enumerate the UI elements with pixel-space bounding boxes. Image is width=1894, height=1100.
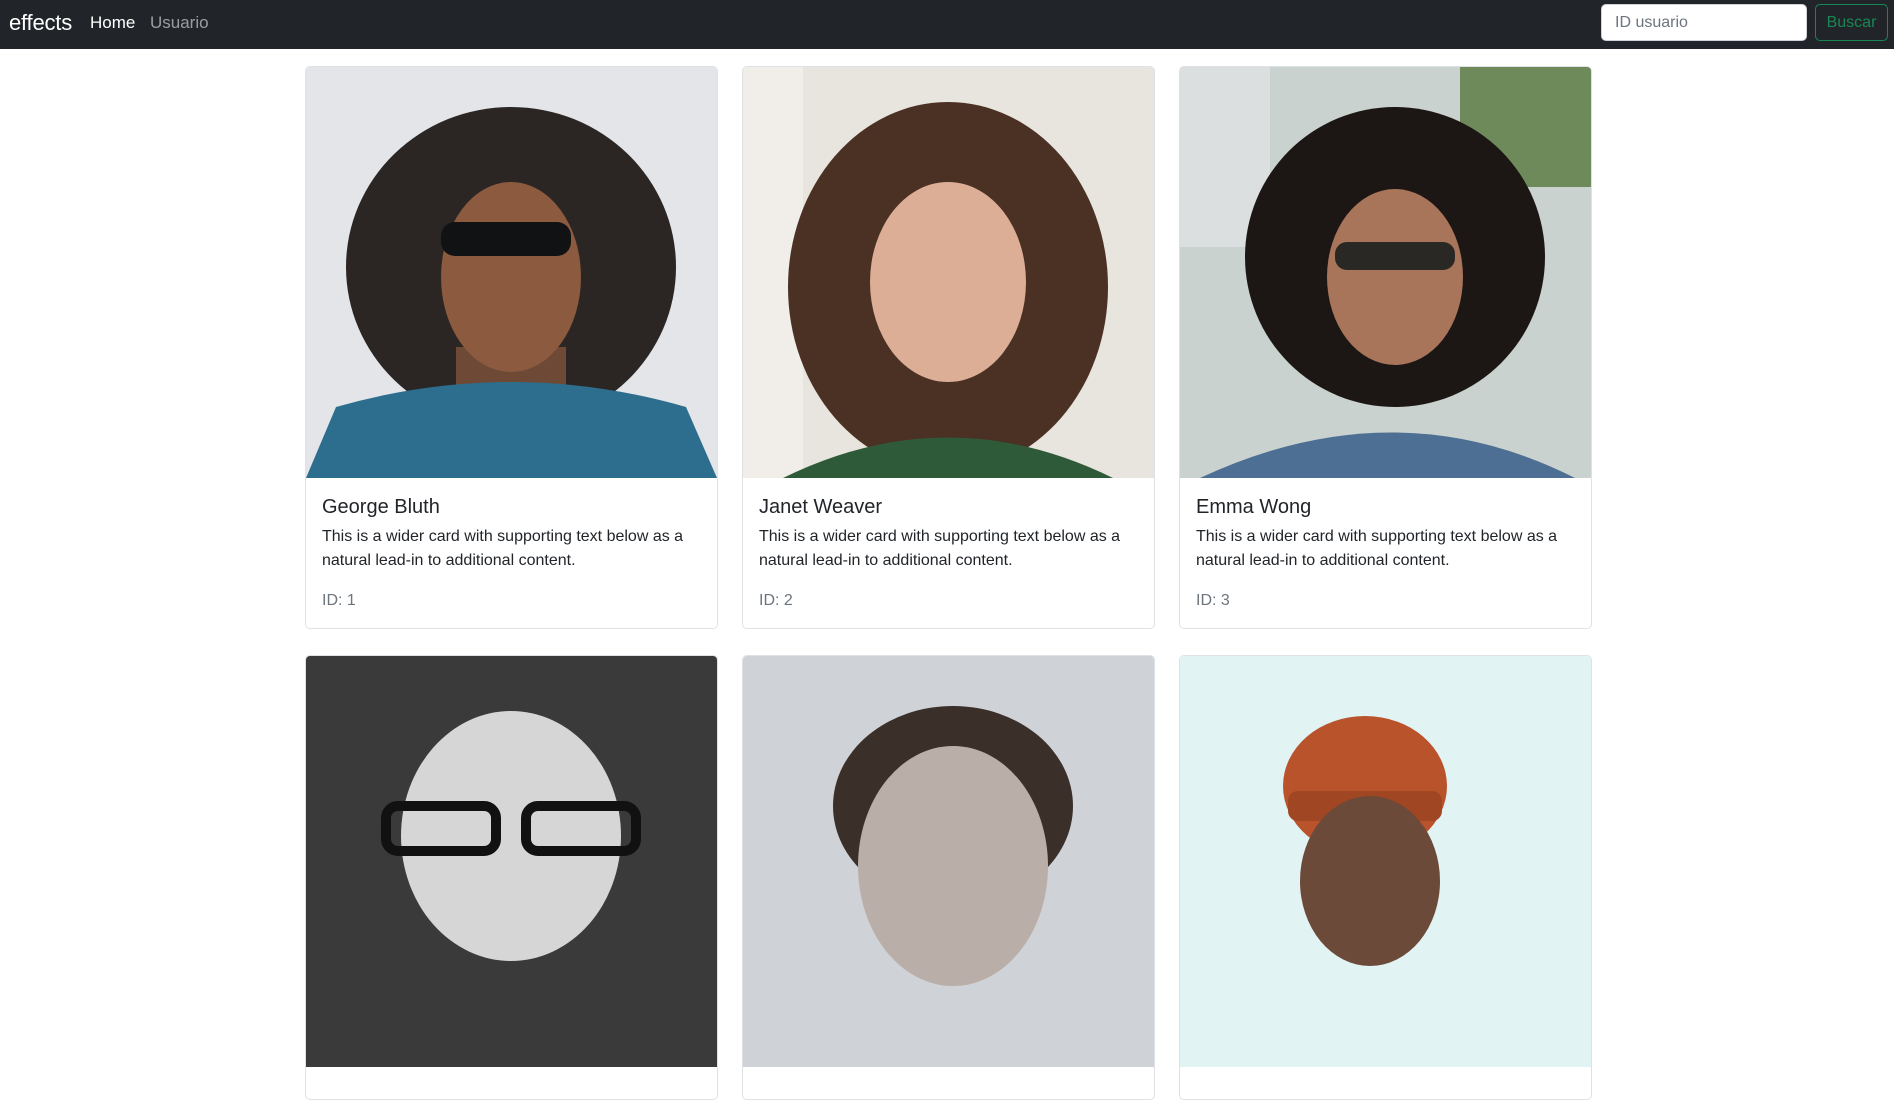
search-button[interactable]: Buscar xyxy=(1815,4,1888,41)
user-photo xyxy=(743,67,1154,478)
user-id: ID: 1 xyxy=(322,592,356,609)
user-photo xyxy=(743,656,1154,1067)
user-photo xyxy=(1180,656,1591,1067)
card-description: This is a wider card with supporting tex… xyxy=(1196,528,1558,569)
user-card xyxy=(1179,655,1592,1100)
user-id: ID: 2 xyxy=(759,592,793,609)
user-name: Janet Weaver xyxy=(759,496,883,518)
user-card: Emma Wong This is a wider card with supp… xyxy=(1179,66,1592,629)
nav-link-home[interactable]: Home xyxy=(90,13,135,33)
user-id xyxy=(1196,1084,1575,1099)
user-name: Emma Wong xyxy=(1196,496,1312,518)
top-navbar: effects Home Usuario Buscar xyxy=(0,0,1894,49)
brand-logo[interactable]: effects xyxy=(9,10,72,36)
user-id xyxy=(759,1084,1138,1099)
user-card xyxy=(305,655,718,1100)
nav-link-usuario[interactable]: Usuario xyxy=(150,13,209,33)
user-photo xyxy=(306,67,717,478)
card-description: This is a wider card with supporting tex… xyxy=(759,528,1121,569)
user-card: George Bluth This is a wider card with s… xyxy=(305,66,718,629)
user-id: ID: 3 xyxy=(1196,592,1230,609)
user-card xyxy=(742,655,1155,1100)
card-description: This is a wider card with supporting tex… xyxy=(322,528,684,569)
user-photo xyxy=(306,656,717,1067)
user-name: George Bluth xyxy=(322,496,440,518)
user-card: Janet Weaver This is a wider card with s… xyxy=(742,66,1155,629)
user-photo xyxy=(1180,67,1591,478)
user-id xyxy=(322,1084,701,1099)
user-id-search-input[interactable] xyxy=(1601,4,1807,41)
